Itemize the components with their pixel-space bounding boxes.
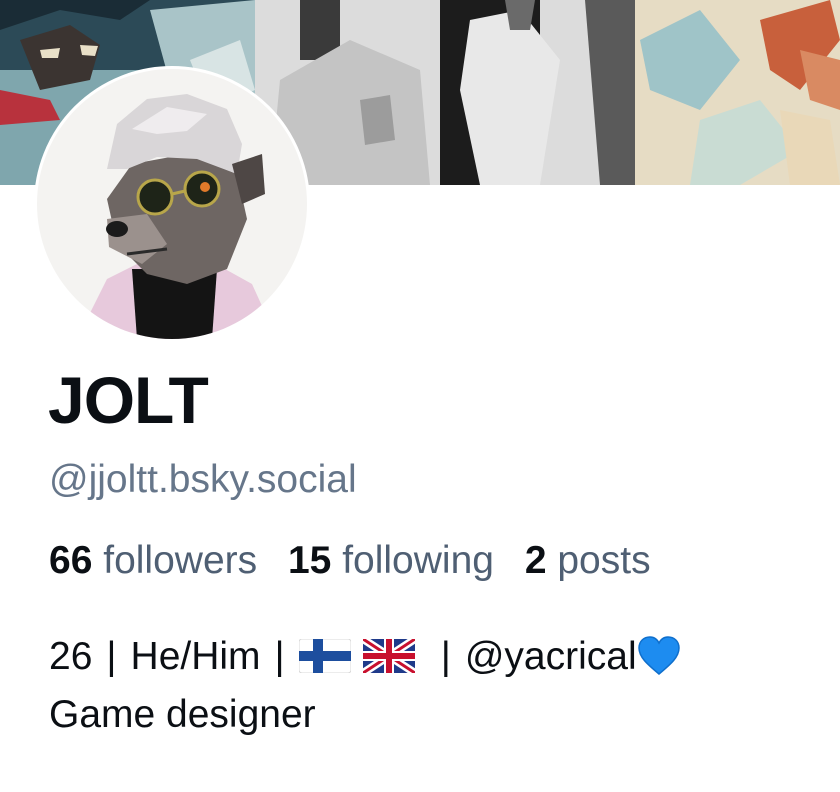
followers-count: 66 <box>49 539 93 582</box>
bio-line-2: Game designer <box>49 693 316 736</box>
following-count: 15 <box>287 539 332 582</box>
followers-label: followers <box>103 539 258 582</box>
posts-label: posts <box>557 539 651 582</box>
profile-stats: 66 followers 15 following 2 posts <box>49 536 671 586</box>
uk-flag-icon <box>362 638 415 673</box>
posts-stat: 2 posts <box>525 539 651 582</box>
bio-separator: | <box>440 635 451 678</box>
blue-heart-icon <box>637 635 680 675</box>
display-name: JOLT <box>48 363 209 437</box>
profile-bio: 26 | He/Him | | @yacrical Game designer <box>49 628 681 744</box>
following-label: following <box>342 539 494 582</box>
bio-separator: | <box>274 635 285 678</box>
finland-flag-icon <box>298 638 351 673</box>
bio-pronouns: He/Him <box>130 635 261 678</box>
followers-stat[interactable]: 66 followers <box>49 539 257 582</box>
bio-age: 26 <box>49 635 93 678</box>
bio-line-1: 26 | He/Him | | @yacrical <box>49 628 681 686</box>
posts-count: 2 <box>524 539 547 582</box>
bio-mention-link[interactable]: @yacrical <box>465 635 637 678</box>
handle[interactable]: @jjoltt.bsky.social <box>49 456 357 504</box>
following-stat[interactable]: 15 following <box>288 539 494 582</box>
bio-separator: | <box>106 635 117 678</box>
avatar[interactable] <box>34 66 310 342</box>
